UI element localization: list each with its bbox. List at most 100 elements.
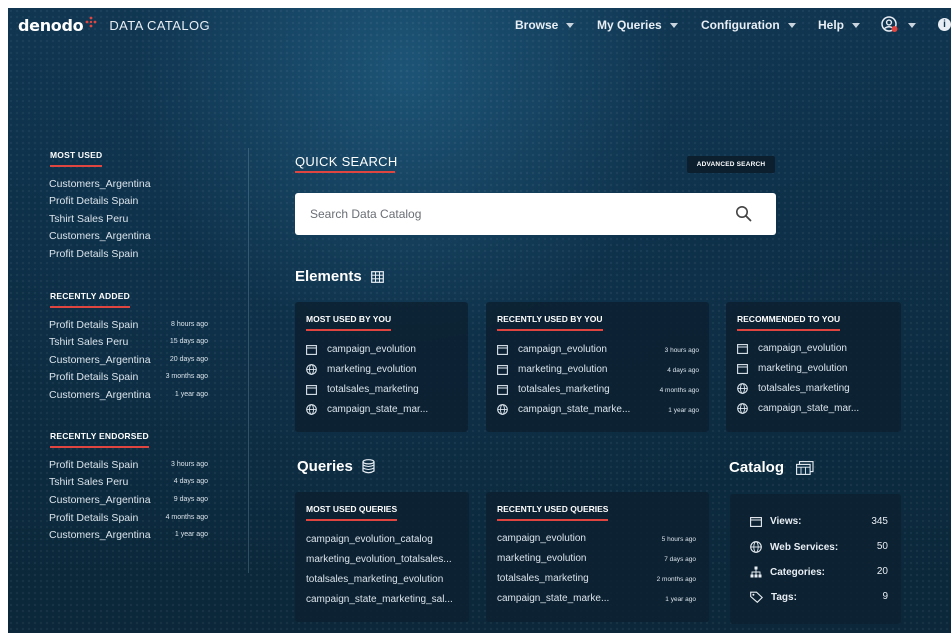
- list-item[interactable]: totalsales_marketing: [737, 383, 850, 394]
- list-item[interactable]: marketing_evolution_totalsales...: [306, 554, 452, 565]
- recently-added-link[interactable]: Tshirt Sales Peru: [49, 336, 128, 348]
- user-menu[interactable]: [880, 16, 916, 34]
- list-item[interactable]: totalsales_marketing: [306, 384, 419, 395]
- list-item[interactable]: campaign_evolution: [497, 344, 607, 355]
- list-item-time: 1 year ago: [665, 596, 696, 603]
- most-used-title: MOST USED: [50, 150, 103, 160]
- view-icon: [737, 343, 748, 354]
- stat-value: 345: [871, 516, 888, 527]
- nav-my-queries-label: My Queries: [597, 18, 662, 32]
- elements-heading: Elements: [295, 268, 384, 285]
- recently-endorsed-heading: RECENTLY ENDORSED: [50, 431, 149, 448]
- database-icon: [362, 459, 375, 474]
- catalog-heading: Catalog: [729, 459, 814, 476]
- list-item[interactable]: campaign_state_mar...: [306, 404, 428, 415]
- list-item-time: 1 year ago: [668, 407, 699, 414]
- recently-endorsed-link[interactable]: Profit Details Spain: [49, 512, 138, 524]
- nav-my-queries[interactable]: My Queries: [597, 18, 678, 32]
- list-item[interactable]: marketing_evolution: [497, 553, 587, 564]
- stat-label: Views:: [770, 516, 802, 527]
- recently-endorsed-link[interactable]: Profit Details Spain: [49, 459, 138, 471]
- list-item-label: totalsales_marketing: [327, 384, 419, 395]
- most-used-link[interactable]: Customers_Argentina: [49, 230, 151, 242]
- advanced-search-button[interactable]: ADVANCED SEARCH: [687, 156, 775, 173]
- view-icon: [750, 516, 762, 527]
- nav-help[interactable]: Help: [818, 18, 861, 32]
- stat-value: 50: [876, 541, 888, 552]
- recently-endorsed-link[interactable]: Customers_Argentina: [49, 529, 151, 541]
- search-icon[interactable]: [735, 205, 752, 222]
- globe-icon: [306, 404, 317, 415]
- list-item-label: campaign_state_mar...: [327, 404, 429, 415]
- globe-icon: [737, 403, 748, 414]
- recently-added-link[interactable]: Profit Details Spain: [49, 319, 138, 331]
- view-icon: [737, 363, 748, 374]
- list-item-label: totalsales_marketing: [518, 384, 610, 395]
- list-item-label: campaign_evolution: [758, 343, 847, 354]
- chevron-down-icon: [908, 22, 916, 28]
- list-item-time: 3 hours ago: [664, 347, 699, 354]
- view-icon: [306, 344, 317, 355]
- list-item-time: 4 months ago: [659, 387, 699, 394]
- nav-configuration[interactable]: Configuration: [701, 18, 796, 32]
- list-item[interactable]: campaign_evolution: [306, 344, 416, 355]
- tag-icon: [750, 591, 763, 603]
- user-avatar-icon: [881, 16, 898, 32]
- most-used-link[interactable]: Tshirt Sales Peru: [49, 213, 128, 225]
- nav-browse-label: Browse: [515, 18, 559, 32]
- most-used-link[interactable]: Customers_Argentina: [49, 178, 151, 190]
- list-item-time: 4 days ago: [667, 367, 699, 374]
- nav-browse[interactable]: Browse: [515, 18, 575, 32]
- list-item[interactable]: campaign_state_mar...: [737, 403, 859, 414]
- list-item[interactable]: totalsales_marketing: [497, 384, 610, 395]
- stat-label: Categories:: [770, 566, 826, 578]
- chevron-down-icon: [566, 22, 575, 28]
- list-item[interactable]: campaign_evolution: [737, 343, 847, 354]
- most-used-link[interactable]: Profit Details Spain: [49, 195, 138, 207]
- catalog-title: Catalog: [729, 459, 785, 476]
- list-item[interactable]: marketing_evolution: [306, 364, 417, 375]
- list-item[interactable]: campaign_state_marke...: [497, 593, 609, 604]
- heading-underline: [295, 171, 395, 173]
- list-item-label: marketing_evolution: [758, 363, 848, 374]
- recently-endorsed-time: 4 days ago: [173, 478, 208, 485]
- quick-search-title: QUICK SEARCH: [295, 154, 398, 169]
- recently-used-queries-card: RECENTLY USED QUERIES campaign_evolution…: [486, 492, 709, 622]
- info-icon[interactable]: i: [938, 18, 951, 31]
- list-item[interactable]: marketing_evolution: [497, 364, 608, 375]
- list-item[interactable]: campaign_evolution_catalog: [306, 534, 433, 545]
- recently-used-by-you-card: RECENTLY USED BY YOU campaign_evolution …: [486, 302, 709, 432]
- stat-categories[interactable]: Categories:: [750, 566, 825, 578]
- recently-endorsed-title: RECENTLY ENDORSED: [50, 431, 149, 441]
- card-title: RECENTLY USED QUERIES: [497, 504, 609, 514]
- list-item-label: marketing_evolution: [518, 364, 608, 375]
- nav-help-label: Help: [818, 18, 845, 32]
- list-item[interactable]: totalsales_marketing_evolution: [306, 574, 443, 585]
- search-input[interactable]: [295, 193, 725, 235]
- card-heading: MOST USED BY YOU: [306, 314, 392, 331]
- most-used-link[interactable]: Profit Details Spain: [49, 248, 138, 260]
- recently-endorsed-link[interactable]: Tshirt Sales Peru: [49, 476, 128, 488]
- recently-added-link[interactable]: Customers_Argentina: [49, 354, 151, 366]
- recently-endorsed-link[interactable]: Customers_Argentina: [49, 494, 151, 506]
- stat-tags[interactable]: Tags:: [750, 591, 797, 603]
- card-title: MOST USED BY YOU: [306, 314, 392, 324]
- heading-underline: [737, 329, 841, 331]
- hierarchy-icon: [750, 566, 762, 578]
- list-item[interactable]: totalsales_marketing: [497, 573, 589, 584]
- chevron-down-icon: [852, 22, 861, 28]
- list-item[interactable]: campaign_state_marketing_sal...: [306, 594, 453, 605]
- list-item-label: totalsales_marketing: [758, 383, 850, 394]
- brand[interactable]: denodo DATA CATALOG: [18, 16, 210, 35]
- brand-logo-mark-icon: [85, 16, 97, 27]
- stat-web-services[interactable]: Web Services:: [750, 541, 838, 553]
- list-item[interactable]: marketing_evolution: [737, 363, 848, 374]
- list-item[interactable]: campaign_evolution: [497, 533, 586, 544]
- recently-added-link[interactable]: Profit Details Spain: [49, 371, 138, 383]
- recently-added-link[interactable]: Customers_Argentina: [49, 389, 151, 401]
- stat-views[interactable]: Views:: [750, 516, 802, 527]
- heading-underline: [50, 446, 149, 448]
- chevron-down-icon: [669, 22, 678, 28]
- list-item[interactable]: campaign_state_marke...: [497, 404, 630, 415]
- list-item-label: campaign_evolution: [518, 344, 607, 355]
